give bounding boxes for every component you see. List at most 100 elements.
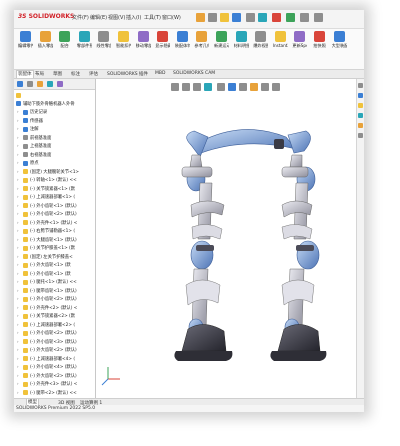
right-hip-link[interactable]	[289, 154, 303, 168]
command-tab-4[interactable]: 标注	[70, 71, 81, 77]
view-palette-icon[interactable]	[358, 113, 363, 118]
left-knee-bolt[interactable]	[196, 245, 214, 251]
expand-arrow-icon[interactable]: ›	[17, 135, 22, 141]
tree-item[interactable]: › (-) 外小齿轮<3> (默认)	[14, 338, 95, 347]
tree-item[interactable]: › (-) 外小齿轮<2> (默认)	[14, 295, 95, 304]
tree-item[interactable]: › 上视基准面	[14, 142, 95, 151]
left-foot-shell[interactable]	[181, 324, 227, 352]
left-foot-sole[interactable]	[174, 351, 233, 361]
command-tab-6[interactable]: SOLIDWORKS 插件	[106, 71, 149, 77]
options-icon[interactable]	[286, 13, 295, 22]
print-icon[interactable]	[246, 13, 255, 22]
command-tab-8[interactable]: SOLIDWORKS CAM	[172, 71, 216, 76]
tree-item[interactable]: › (-) 外小齿轮<2> (默认)	[14, 210, 95, 219]
expand-arrow-icon[interactable]: ›	[17, 109, 22, 115]
command-tab-2[interactable]: 布局	[34, 71, 45, 77]
ribbon-button-10[interactable]: 参考几何体	[194, 31, 209, 48]
menu-file[interactable]: 文件(F)	[72, 14, 89, 21]
expand-arrow-icon[interactable]: ›	[17, 143, 22, 149]
tree-item[interactable]: › (-) 外小齿轮<4> (默认)	[14, 363, 95, 372]
filter-icon[interactable]	[16, 92, 21, 98]
tree-item[interactable]: › (-) 上减速器部署<4> (	[14, 355, 95, 364]
ribbon-button-14[interactable]: Instant3D	[273, 31, 288, 48]
command-tab-1[interactable]: 装配体	[16, 70, 34, 78]
menu-insert[interactable]: 插入(I)	[126, 14, 141, 21]
tree-item[interactable]: › 右视基准面	[14, 151, 95, 160]
tree-item[interactable]: › 历史记录	[14, 108, 95, 117]
appearances-icon[interactable]	[358, 123, 363, 128]
expand-arrow-icon[interactable]: ›	[17, 194, 22, 200]
tree-item[interactable]: › (-) 关节锁紧器<1> (默	[14, 185, 95, 194]
dimxpert-tab-icon[interactable]	[47, 81, 53, 87]
feature-tree-tab-icon[interactable]	[17, 81, 23, 87]
expand-arrow-icon[interactable]: ›	[17, 118, 22, 124]
expand-arrow-icon[interactable]: ›	[17, 347, 22, 353]
expand-arrow-icon[interactable]: ›	[17, 356, 22, 362]
expand-arrow-icon[interactable]: ›	[17, 228, 22, 234]
right-foot-shell[interactable]	[277, 324, 321, 352]
left-hip-bracket[interactable]	[186, 130, 209, 158]
property-manager-tab-icon[interactable]	[27, 81, 33, 87]
expand-arrow-icon[interactable]: ›	[17, 160, 22, 166]
display-manager-tab-icon[interactable]	[57, 81, 63, 87]
undo-icon[interactable]	[258, 13, 267, 22]
tree-item[interactable]: › 前视基准面	[14, 134, 95, 143]
command-tab-7[interactable]: MBD	[154, 71, 166, 76]
ribbon-button-1[interactable]: 编辑零件	[18, 31, 33, 48]
open-icon[interactable]	[220, 13, 229, 22]
expand-arrow-icon[interactable]: ›	[17, 271, 22, 277]
configuration-tab-icon[interactable]	[37, 81, 43, 87]
ribbon-button-8[interactable]: 显示隐藏的零部件	[155, 31, 170, 48]
expand-arrow-icon[interactable]: ›	[17, 339, 22, 345]
expand-arrow-icon[interactable]: ›	[17, 203, 22, 209]
tree-item[interactable]: › (-) 外大齿轮<2> (默认)	[14, 346, 95, 355]
expand-arrow-icon[interactable]: ›	[17, 288, 22, 294]
exoskeleton-model[interactable]	[96, 79, 364, 398]
design-library-icon[interactable]	[358, 93, 363, 98]
expand-arrow-icon[interactable]: ›	[17, 186, 22, 192]
new-document-icon[interactable]	[208, 13, 217, 22]
tree-item[interactable]: › (-) 腿托<1> (默认) <<	[14, 278, 95, 287]
ribbon-button-5[interactable]: 线性零部件阵列	[96, 31, 111, 48]
tree-item[interactable]: › 原点	[14, 159, 95, 168]
tree-item[interactable]: › (-) 右胯节铺勒器<1> (	[14, 227, 95, 236]
expand-arrow-icon[interactable]: ›	[17, 313, 22, 319]
tree-item[interactable]: › (-) 外小齿轮<1> (默认)	[14, 202, 95, 211]
tree-item[interactable]: › (-) 外大齿轮<2> (默认)	[14, 372, 95, 381]
expand-arrow-icon[interactable]: ›	[17, 220, 22, 226]
expand-arrow-icon[interactable]: ›	[17, 322, 22, 328]
menu-edit[interactable]: 编辑(E)	[90, 14, 107, 21]
tree-item[interactable]: › 注解	[14, 125, 95, 134]
tree-item[interactable]: › 传感器	[14, 117, 95, 126]
tree-item[interactable]: › (-) 外壳件<1> (默认) <	[14, 219, 95, 228]
menu-window[interactable]: 窗口(W)	[162, 14, 181, 21]
tree-item[interactable]: › (-) 大腿齿轮<1> (默认)	[14, 236, 95, 245]
home-icon[interactable]	[196, 13, 205, 22]
tree-item[interactable]: › (-) 外壳件<3> (默认) <	[14, 380, 95, 389]
tree-item[interactable]: › (-) 外壳件<2> (默认) <	[14, 304, 95, 313]
tree-item[interactable]: › (固定) 左关节护膝盖<	[14, 253, 95, 262]
command-tab-5[interactable]: 评估	[88, 71, 99, 77]
tree-item[interactable]: › (-) 关节锁紧器<2> (默	[14, 312, 95, 321]
command-tab-3[interactable]: 草图	[52, 71, 63, 77]
tree-item[interactable]: › (-) 上减速器部署<2> (	[14, 321, 95, 330]
tree-item[interactable]: › (-) 外小齿轮<2> (默认)	[14, 329, 95, 338]
ribbon-button-2[interactable]: 插入零部件	[38, 31, 53, 48]
expand-arrow-icon[interactable]: ›	[17, 262, 22, 268]
right-knee-bolt[interactable]	[296, 245, 314, 251]
ribbon-button-12[interactable]: 材料明细表	[234, 31, 249, 48]
hip-connector-block[interactable]	[274, 139, 284, 149]
expand-arrow-icon[interactable]: ›	[17, 254, 22, 260]
menu-view[interactable]: 视图(V)	[108, 14, 125, 21]
expand-arrow-icon[interactable]: ›	[17, 364, 22, 370]
rebuild-icon[interactable]	[272, 13, 281, 22]
expand-arrow-icon[interactable]: ›	[17, 177, 22, 183]
expand-arrow-icon[interactable]: ›	[17, 279, 22, 285]
tree-item[interactable]: › (-) 关节护膝盖<1> (默	[14, 244, 95, 253]
ribbon-button-16[interactable]: 拍快照	[312, 31, 327, 48]
file-explorer-icon[interactable]	[358, 103, 363, 108]
tree-filter-row[interactable]	[14, 91, 95, 100]
right-hip-clamp[interactable]	[281, 166, 309, 178]
tree-item[interactable]: › (固定) 大腿髋轮关节<1>	[14, 168, 95, 177]
custom-properties-icon[interactable]	[358, 133, 363, 138]
